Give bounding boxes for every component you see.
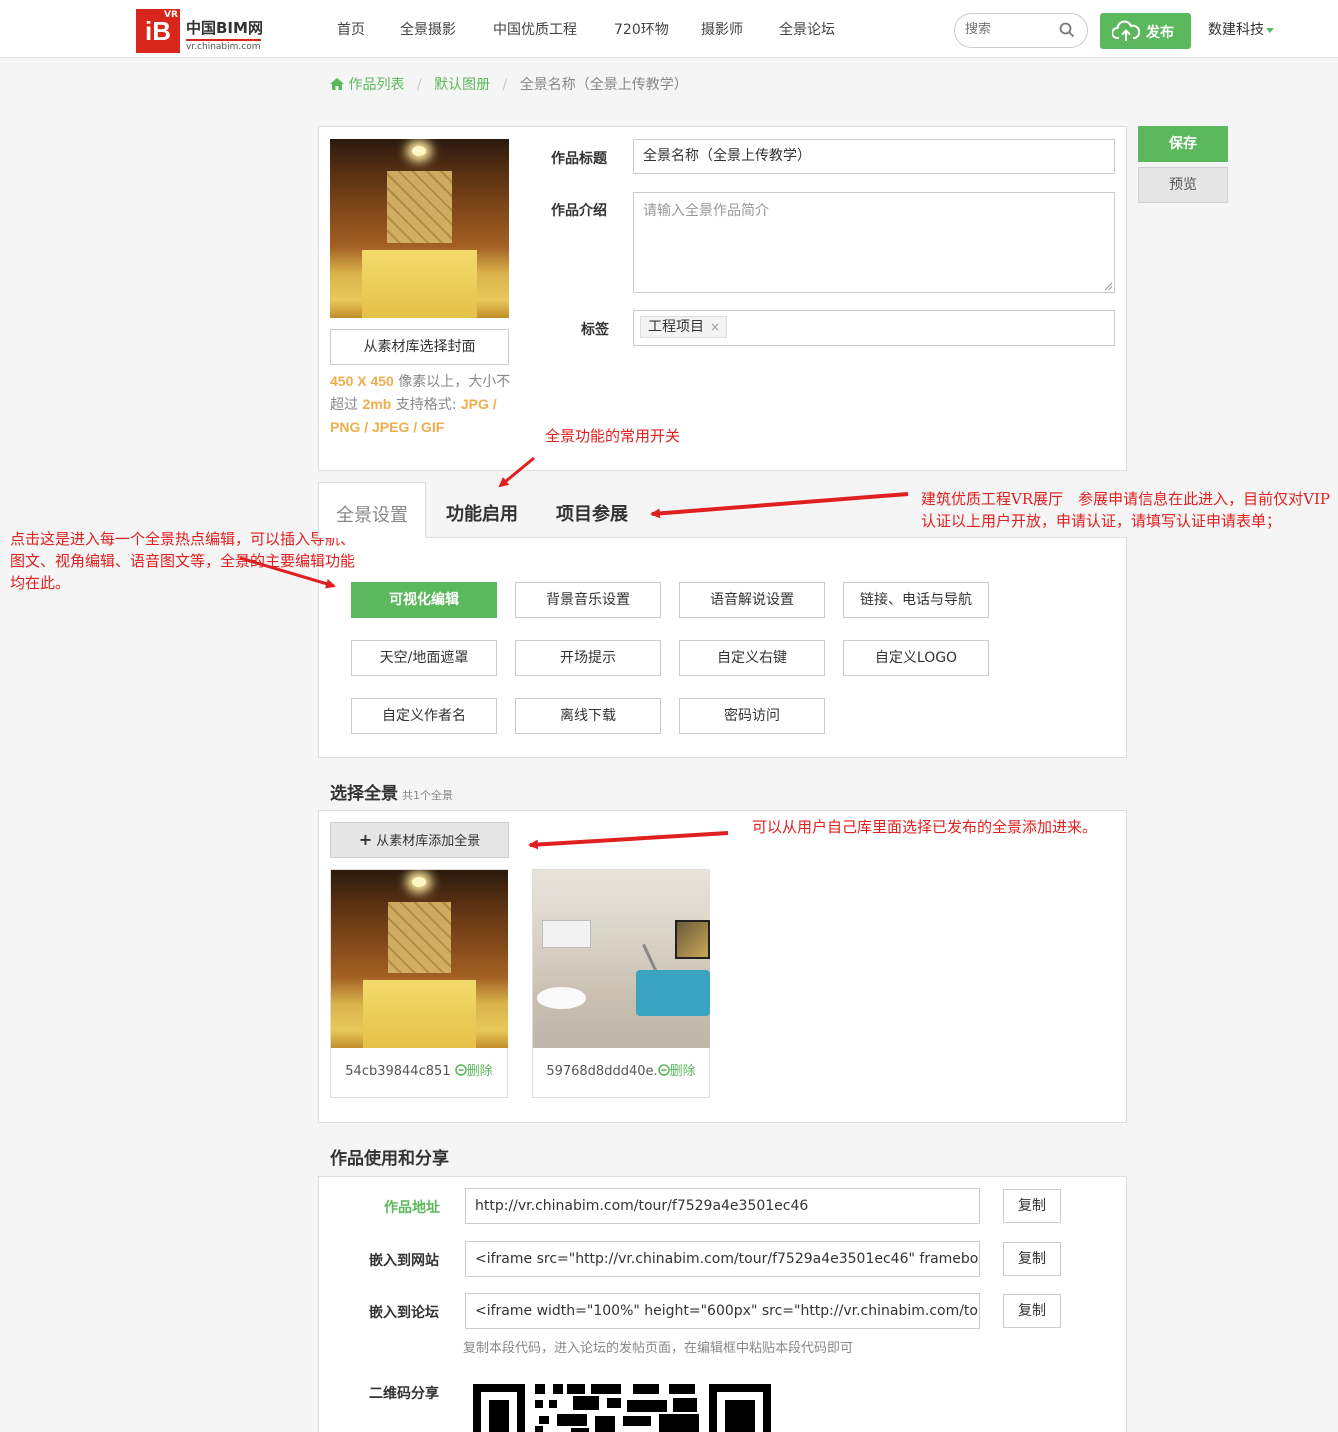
tag-label: 工程项目 bbox=[648, 319, 704, 335]
embed-forum-label: 嵌入到论坛 bbox=[369, 1305, 439, 1321]
opening-tip-button[interactable]: 开场提示 bbox=[515, 640, 661, 676]
panorama-count: 共1个全景 bbox=[402, 789, 453, 802]
sky-ground-mask-button[interactable]: 天空/地面遮罩 bbox=[351, 640, 497, 676]
copy-embed-site-button[interactable]: 复制 bbox=[1003, 1242, 1061, 1276]
tab-enable-features[interactable]: 功能启用 bbox=[436, 482, 528, 538]
top-navbar: iB VR 中国BIM网 vr.chinabim.com 首页 全景摄影 中国优… bbox=[0, 0, 1338, 58]
custom-right-click-button[interactable]: 自定义右键 bbox=[679, 640, 825, 676]
user-name: 数建科技 bbox=[1208, 22, 1264, 38]
annotation-add-panorama: 可以从用户自己库里面选择已发布的全景添加进来。 bbox=[752, 818, 1098, 836]
panorama-caption: 54cb39844c851 删除 bbox=[331, 1060, 507, 1079]
save-button[interactable]: 保存 bbox=[1138, 126, 1228, 162]
breadcrumb-separator: / bbox=[502, 77, 508, 93]
search-input[interactable] bbox=[965, 22, 1055, 37]
logo-subtitle: vr.chinabim.com bbox=[186, 39, 261, 52]
nav-forum[interactable]: 全景论坛 bbox=[779, 19, 835, 39]
title-input[interactable]: 全景名称（全景上传教学） bbox=[633, 139, 1115, 174]
panorama-name: 54cb39844c851 bbox=[345, 1064, 451, 1079]
arrow-exhibition bbox=[650, 492, 909, 519]
url-label: 作品地址 bbox=[384, 1200, 440, 1216]
choose-cover-button[interactable]: 从素材库选择封面 bbox=[330, 329, 509, 365]
share-title: 作品使用和分享 bbox=[330, 1149, 449, 1169]
search-box bbox=[954, 13, 1088, 48]
copy-url-button[interactable]: 复制 bbox=[1003, 1189, 1061, 1223]
add-panorama-button[interactable]: + 从素材库添加全景 bbox=[330, 822, 509, 858]
logo-vr: VR bbox=[164, 10, 178, 20]
link-phone-nav-button[interactable]: 链接、电话与导航 bbox=[843, 582, 989, 618]
preview-button[interactable]: 预览 bbox=[1138, 167, 1228, 203]
select-panorama-title: 选择全景 共1个全景 bbox=[330, 784, 453, 804]
panorama-name: 59768d8ddd40e. bbox=[546, 1064, 658, 1079]
remove-circle-icon bbox=[454, 1064, 467, 1076]
user-menu[interactable]: 数建科技 bbox=[1208, 19, 1274, 39]
remove-circle-icon bbox=[657, 1064, 670, 1076]
custom-logo-button[interactable]: 自定义LOGO bbox=[843, 640, 989, 676]
tag-chip: 工程项目 × bbox=[640, 316, 727, 338]
forum-hint: 复制本段代码，进入论坛的发帖页面，在编辑框中粘贴本段代码即可 bbox=[463, 1341, 854, 1356]
panorama-thumbnail bbox=[533, 870, 710, 1048]
panorama-card[interactable]: 54cb39844c851 删除 bbox=[330, 869, 508, 1098]
cover-hint: 450 X 450 像素以上，大小不超过 2mb 支持格式: JPG / PNG… bbox=[330, 373, 511, 435]
tags-label: 标签 bbox=[581, 322, 609, 338]
breadcrumb-album[interactable]: 默认图册 bbox=[434, 77, 490, 93]
tab-panorama-settings[interactable]: 全景设置 bbox=[318, 482, 426, 538]
voice-narration-button[interactable]: 语音解说设置 bbox=[679, 582, 825, 618]
nav-home[interactable]: 首页 bbox=[337, 19, 365, 39]
nav-720-objects[interactable]: 720环物 bbox=[614, 19, 669, 39]
qr-label: 二维码分享 bbox=[369, 1386, 439, 1402]
site-logo[interactable]: iB VR 中国BIM网 vr.chinabim.com bbox=[136, 9, 266, 53]
nav-panorama-photo[interactable]: 全景摄影 bbox=[400, 19, 456, 39]
cloud-upload-icon bbox=[1112, 20, 1140, 41]
title-label: 作品标题 bbox=[551, 151, 607, 167]
logo-title: 中国BIM网 bbox=[186, 19, 263, 37]
chevron-down-icon bbox=[1266, 27, 1274, 33]
copy-embed-forum-button[interactable]: 复制 bbox=[1003, 1294, 1061, 1328]
qr-code bbox=[473, 1382, 773, 1432]
nav-photographers[interactable]: 摄影师 bbox=[701, 19, 743, 39]
offline-download-button[interactable]: 离线下载 bbox=[515, 698, 661, 734]
custom-author-button[interactable]: 自定义作者名 bbox=[351, 698, 497, 734]
resize-handle-icon[interactable] bbox=[1103, 281, 1113, 291]
panorama-card[interactable]: 59768d8ddd40e. 删除 bbox=[532, 869, 710, 1098]
search-icon[interactable] bbox=[1059, 22, 1075, 38]
embed-forum-field[interactable]: <iframe width="100%" height="600px" src=… bbox=[465, 1293, 980, 1329]
annotation-visual-edit: 点击这是进入每一个全景热点编辑，可以插入导航、图文、视角编辑、语音图文等，全景的… bbox=[10, 530, 356, 592]
annotation-exhibition: 建筑优质工程VR展厅 参展申请信息在此进入，目前仅对VIP认证以上用户开放，申请… bbox=[921, 490, 1330, 530]
intro-textarea[interactable]: 请输入全景作品简介 bbox=[633, 192, 1115, 293]
annotation-features: 全景功能的常用开关 bbox=[545, 427, 681, 445]
breadcrumb: 作品列表 / 默认图册 / 全景名称（全景上传教学） bbox=[330, 74, 688, 94]
tab-exhibition[interactable]: 项目参展 bbox=[546, 482, 638, 538]
panorama-caption: 59768d8ddd40e. 删除 bbox=[533, 1060, 709, 1079]
panorama-thumbnail bbox=[331, 870, 508, 1048]
publish-label: 发布 bbox=[1146, 25, 1174, 41]
breadcrumb-separator: / bbox=[416, 77, 422, 93]
embed-site-label: 嵌入到网站 bbox=[369, 1253, 439, 1269]
nav-quality-projects[interactable]: 中国优质工程 bbox=[493, 19, 577, 39]
breadcrumb-works[interactable]: 作品列表 bbox=[348, 77, 404, 93]
url-field[interactable]: http://vr.chinabim.com/tour/f7529a4e3501… bbox=[465, 1188, 980, 1224]
visual-edit-button[interactable]: 可视化编辑 bbox=[351, 582, 497, 618]
delete-panorama-button[interactable]: 删除 bbox=[657, 1064, 696, 1079]
publish-button[interactable]: 发布 bbox=[1100, 13, 1191, 49]
bg-music-button[interactable]: 背景音乐设置 bbox=[515, 582, 661, 618]
intro-label: 作品介绍 bbox=[551, 203, 607, 219]
home-icon bbox=[330, 78, 344, 90]
password-access-button[interactable]: 密码访问 bbox=[679, 698, 825, 734]
breadcrumb-current: 全景名称（全景上传教学） bbox=[519, 77, 688, 93]
cover-image bbox=[330, 139, 509, 318]
add-panorama-label: 从素材库添加全景 bbox=[376, 834, 481, 849]
embed-site-field[interactable]: <iframe src="http://vr.chinabim.com/tour… bbox=[465, 1241, 980, 1277]
plus-icon: + bbox=[358, 830, 373, 849]
close-icon[interactable]: × bbox=[710, 317, 720, 337]
delete-panorama-button[interactable]: 删除 bbox=[454, 1064, 493, 1079]
